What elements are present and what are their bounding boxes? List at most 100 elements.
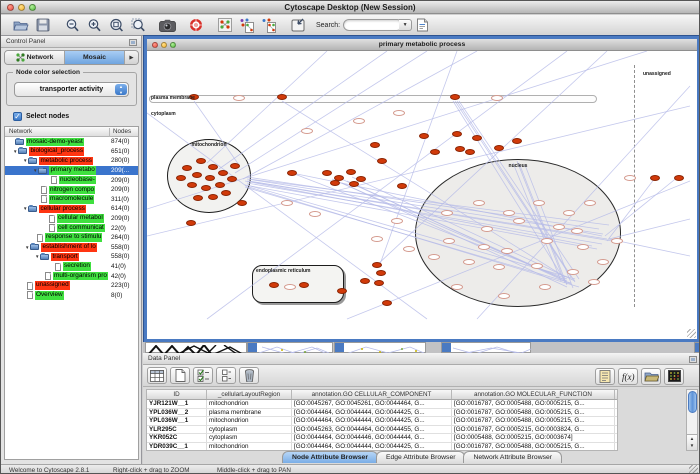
app-resize-grip[interactable] xyxy=(689,465,698,474)
network-node[interactable] xyxy=(597,259,609,265)
table-cell[interactable]: [GO:0016787, GO:0005215, GO:0003824, G..… xyxy=(452,426,615,434)
network-node-selected[interactable] xyxy=(269,282,279,288)
network-node-selected[interactable] xyxy=(382,300,392,306)
import-network-icon[interactable] xyxy=(288,16,308,35)
network-node-selected[interactable] xyxy=(205,175,215,181)
network-node-selected[interactable] xyxy=(512,138,522,144)
network-node-selected[interactable] xyxy=(299,282,309,288)
network-node-selected[interactable] xyxy=(277,94,287,100)
network-node-selected[interactable] xyxy=(450,94,460,100)
network-node[interactable] xyxy=(391,218,403,224)
table-scrollbar[interactable]: ▲▼ xyxy=(686,389,698,451)
network-node[interactable] xyxy=(478,244,490,250)
network-node[interactable] xyxy=(284,284,296,290)
expand-arrow-icon[interactable]: ▼ xyxy=(23,206,27,211)
network-node[interactable] xyxy=(533,200,545,206)
table-cell[interactable]: [GO:0044464, GO:0044446, GO:0044444, G..… xyxy=(292,434,452,442)
network-node[interactable] xyxy=(443,238,455,244)
background-window-fragment[interactable] xyxy=(694,342,700,353)
copy-view-style-icon[interactable] xyxy=(237,16,257,35)
network-edge[interactable] xyxy=(459,101,579,279)
network-node-selected[interactable] xyxy=(360,278,370,284)
network-edge[interactable] xyxy=(194,101,239,165)
network-node-selected[interactable] xyxy=(208,194,218,200)
zoom-out-icon[interactable] xyxy=(62,16,82,35)
expand-arrow-icon[interactable]: ▼ xyxy=(35,254,39,259)
expand-arrow-icon[interactable]: ▼ xyxy=(13,149,17,154)
tree-row[interactable]: mosaic-demo-yeast874(0) xyxy=(5,137,138,147)
tree-row[interactable]: unassigned223(0) xyxy=(5,281,138,291)
network-node[interactable] xyxy=(493,264,505,270)
network-node[interactable] xyxy=(539,284,551,290)
tab-network-attribute-browser[interactable]: Network Attribute Browser xyxy=(463,451,562,463)
save-session-icon[interactable] xyxy=(33,16,53,35)
select-nodes-checkbox[interactable]: ✓ xyxy=(13,112,22,121)
tree-row[interactable]: nucleobase-209(0) xyxy=(5,175,138,185)
network-edge[interactable] xyxy=(249,181,607,239)
network-node[interactable] xyxy=(541,238,553,244)
network-view-window[interactable]: primary metabolic process plasma membran… xyxy=(144,36,700,342)
snapshot-icon[interactable] xyxy=(157,16,177,35)
network-node[interactable] xyxy=(577,244,589,250)
network-node-selected[interactable] xyxy=(377,158,387,164)
background-window-fragment[interactable] xyxy=(247,342,333,353)
minimize-button[interactable] xyxy=(18,4,25,11)
network-node-selected[interactable] xyxy=(218,170,228,176)
attribute-table-icon[interactable] xyxy=(147,367,167,384)
delete-attribute-icon[interactable] xyxy=(239,367,259,384)
network-node-selected[interactable] xyxy=(187,182,197,188)
float-panel-icon[interactable] xyxy=(129,39,137,46)
network-node[interactable] xyxy=(353,118,365,124)
table-cell[interactable]: YPL036W__2 xyxy=(147,409,207,417)
network-node-selected[interactable] xyxy=(230,163,240,169)
table-cell[interactable]: [GO:0044464, GO:0044444, GO:0044425, G..… xyxy=(292,443,452,451)
tree-row[interactable]: ▼biological_process651(0) xyxy=(5,147,138,157)
network-edge[interactable] xyxy=(247,181,612,241)
network-node-selected[interactable] xyxy=(196,158,206,164)
network-node-selected[interactable] xyxy=(322,170,332,176)
column-header-region[interactable]: _cellularLayoutRegion xyxy=(207,390,292,399)
network-node[interactable] xyxy=(588,279,600,285)
tab-edge-attribute-browser[interactable]: Edge Attribute Browser xyxy=(376,451,466,463)
network-node[interactable] xyxy=(513,218,525,224)
tree-row[interactable]: secretion41(0) xyxy=(5,262,138,272)
network-edge[interactable] xyxy=(607,178,655,241)
network-node-selected[interactable] xyxy=(176,175,186,181)
network-node[interactable] xyxy=(473,200,485,206)
tab-network[interactable]: Network xyxy=(5,51,65,64)
network-node-selected[interactable] xyxy=(370,142,380,148)
tab-mosaic[interactable]: Mosaic xyxy=(65,51,125,64)
tree-row[interactable]: multi-organism pro42(0) xyxy=(5,271,138,281)
tree-row[interactable]: ▼primary metabo209(... xyxy=(5,166,138,176)
network-edge[interactable] xyxy=(453,101,567,284)
close-button[interactable] xyxy=(7,4,14,11)
search-dropdown-arrow[interactable]: ▼ xyxy=(399,19,412,31)
network-node[interactable] xyxy=(584,200,596,206)
tree-row[interactable]: cellular metabol209(0) xyxy=(5,214,138,224)
table-cell[interactable]: [GO:0016787, GO:0005488, GO:0005215, G..… xyxy=(452,417,615,425)
zoom-in-icon[interactable] xyxy=(84,16,104,35)
network-node-selected[interactable] xyxy=(472,135,482,141)
attribute-matrix-icon[interactable] xyxy=(664,368,684,385)
network-node[interactable] xyxy=(301,128,313,134)
network-node[interactable] xyxy=(451,284,463,290)
table-cell[interactable]: mitochondrion xyxy=(207,443,292,451)
table-cell[interactable]: [GO:0045263, GO:0044464, GO:0044455, G..… xyxy=(292,426,452,434)
network-node-selected[interactable] xyxy=(208,164,218,170)
network-canvas[interactable]: plasma membrane cytoplasm mitochondrion … xyxy=(147,51,697,339)
network-node-selected[interactable] xyxy=(397,183,407,189)
table-cell[interactable]: [GO:0045267, GO:0045261, GO:0044464, G..… xyxy=(292,400,452,408)
node-color-dropdown[interactable]: transporter activity ▲▼ xyxy=(14,82,129,97)
table-row[interactable]: YLR295Ccytoplasm[GO:0045263, GO:0044464,… xyxy=(147,426,617,435)
tree-row[interactable]: ▼cellular process614(0) xyxy=(5,204,138,214)
network-node[interactable] xyxy=(441,210,453,216)
zoom-window-button[interactable] xyxy=(29,4,36,11)
scrollbar-thumb[interactable] xyxy=(688,391,697,413)
attribute-list-icon[interactable] xyxy=(595,368,615,385)
expand-arrow-icon[interactable]: ▼ xyxy=(23,158,27,163)
tree-row[interactable]: response to stimulu264(0) xyxy=(5,233,138,243)
tab-scroll-right-icon[interactable]: ▶ xyxy=(125,51,138,64)
network-node-selected[interactable] xyxy=(346,169,356,175)
tree-row[interactable]: nitrogen compo209(0) xyxy=(5,185,138,195)
table-cell[interactable]: mitochondrion xyxy=(207,400,292,408)
